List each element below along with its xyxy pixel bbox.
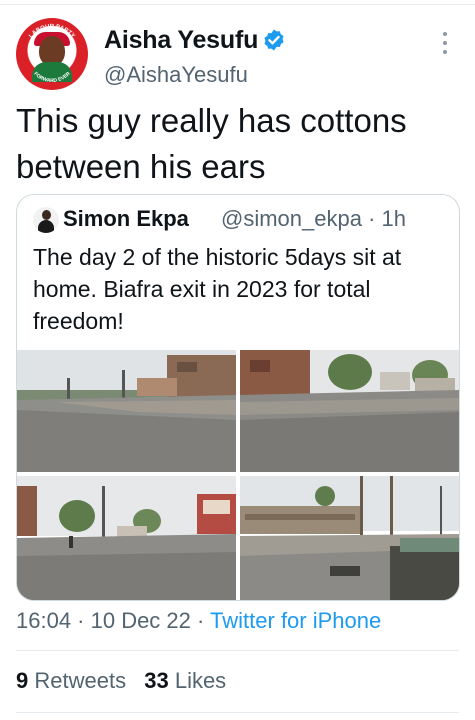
- tweet-stats: 9 Retweets 33 Likes: [16, 668, 238, 694]
- likes-stat[interactable]: 33 Likes: [144, 668, 226, 693]
- tweet-source-link[interactable]: Twitter for iPhone: [210, 608, 381, 633]
- meta-divider: [16, 650, 459, 651]
- tweet-meta: 16:04 · 10 Dec 22 · Twitter for iPhone: [16, 608, 381, 634]
- avatar-ring-text: LABOUR PARTY FORWARD EVER: [28, 24, 75, 84]
- retweets-count: 9: [16, 668, 29, 693]
- empty-street-photo-2[interactable]: [240, 350, 459, 472]
- author-handle[interactable]: @AishaYesufu: [104, 62, 248, 88]
- quoted-author-avatar: [33, 207, 59, 233]
- empty-street-photo-1[interactable]: [17, 350, 236, 472]
- empty-street-photo-3[interactable]: [17, 476, 236, 600]
- svg-text:LABOUR PARTY: LABOUR PARTY: [28, 24, 75, 39]
- retweets-label: Retweets: [34, 668, 127, 693]
- stats-divider: [16, 712, 459, 713]
- retweets-stat[interactable]: 9 Retweets: [16, 668, 126, 693]
- svg-text:FORWARD EVER: FORWARD EVER: [32, 71, 71, 84]
- verified-badge-icon: [264, 29, 284, 51]
- likes-label: Likes: [174, 668, 227, 693]
- quoted-author-handle-time: @simon_ekpa · 1h: [221, 206, 406, 231]
- tweet-text: This guy really has cottons between his …: [16, 102, 407, 185]
- top-divider: [0, 4, 475, 5]
- avatar-ring-bottom-text: FORWARD EVER: [32, 71, 71, 84]
- photo-grid: [17, 350, 459, 600]
- tweet-timestamp[interactable]: 16:04 · 10 Dec 22 ·: [16, 608, 210, 633]
- quoted-author-name: Simon Ekpa: [63, 206, 189, 231]
- author-name[interactable]: Aisha Yesufu: [104, 26, 258, 55]
- more-options-icon[interactable]: [439, 30, 451, 56]
- likes-count: 33: [144, 668, 169, 693]
- avatar-ring-top-text: LABOUR PARTY: [28, 24, 75, 39]
- quoted-tweet-card[interactable]: Simon Ekpa @simon_ekpa · 1h The day 2 of…: [16, 194, 460, 601]
- empty-street-photo-4[interactable]: [240, 476, 459, 600]
- quoted-tweet-text: The day 2 of the historic 5days sit at h…: [33, 244, 402, 334]
- author-avatar[interactable]: LABOUR PARTY FORWARD EVER: [16, 18, 88, 90]
